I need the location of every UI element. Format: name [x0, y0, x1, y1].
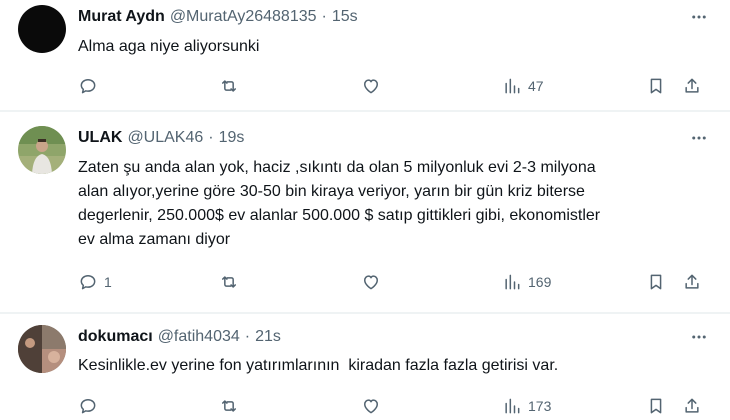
- avatar[interactable]: [18, 126, 66, 174]
- reply-count: 1: [104, 274, 112, 290]
- bookmark-icon: [650, 78, 662, 94]
- author-handle[interactable]: @fatih4034: [158, 328, 240, 346]
- author-name[interactable]: ULAK: [78, 129, 122, 147]
- author-handle[interactable]: @MuratAy26488135: [170, 8, 317, 26]
- bookmark-icon: [650, 398, 662, 414]
- share-button[interactable]: [682, 394, 702, 418]
- reply-button[interactable]: [78, 394, 104, 418]
- bookmark-button[interactable]: [646, 74, 666, 98]
- reply-icon: [80, 399, 96, 414]
- separator-dot: ·: [244, 328, 251, 345]
- views-button[interactable]: 169: [502, 270, 551, 294]
- more-icon[interactable]: [688, 326, 710, 348]
- tweet-text-line: degerlenir, 250.000$ ev alanlar 500.000 …: [78, 207, 601, 224]
- like-icon: [364, 275, 378, 290]
- tweet[interactable]: dokumacı @fatih4034 · 21s Kesinlikle.ev …: [0, 314, 730, 420]
- reply-button[interactable]: [78, 74, 104, 98]
- tweet-header: ULAK @ULAK46 · 19s: [78, 127, 244, 149]
- like-icon: [364, 399, 378, 414]
- separator-dot: ·: [321, 8, 327, 25]
- retweet-button[interactable]: [219, 74, 239, 98]
- views-button[interactable]: 173: [502, 394, 551, 418]
- views-icon: [505, 398, 520, 414]
- like-button[interactable]: [361, 270, 381, 294]
- author-name[interactable]: Murat Aydn: [78, 8, 165, 26]
- author-name[interactable]: dokumacı: [78, 328, 153, 346]
- tweet-text-line: Kesinlikle.ev yerine fon yatırımlarının …: [78, 357, 559, 374]
- more-icon[interactable]: [688, 127, 710, 149]
- timestamp[interactable]: 15s: [332, 8, 358, 26]
- like-button[interactable]: [361, 394, 381, 418]
- views-count: 173: [528, 398, 552, 414]
- like-icon: [364, 79, 378, 94]
- views-count: 169: [528, 274, 552, 290]
- tweet-text: Zaten şu anda alan yok, haciz ,sıkıntı d…: [78, 156, 718, 252]
- tweet-text-line: Zaten şu anda alan yok, haciz ,sıkıntı d…: [78, 159, 596, 176]
- tweet[interactable]: Murat Aydn @MuratAy26488135 · 15s Alma a…: [0, 0, 730, 111]
- share-icon: [685, 274, 699, 289]
- more-icon[interactable]: [688, 6, 710, 28]
- tweet-header: dokumacı @fatih4034 · 21s: [78, 326, 281, 348]
- timestamp[interactable]: 19s: [219, 129, 245, 147]
- views-count: 47: [528, 78, 544, 94]
- retweet-button[interactable]: [219, 394, 239, 418]
- tweet-text-line: ev alma zamanı diyor: [78, 231, 231, 248]
- share-icon: [685, 398, 699, 413]
- tweet-text: Alma aga niye aliyorsunki: [78, 35, 718, 59]
- timestamp[interactable]: 21s: [255, 328, 281, 346]
- reply-icon: [80, 275, 96, 290]
- retweet-button[interactable]: [219, 270, 239, 294]
- views-icon: [505, 78, 520, 94]
- share-icon: [685, 78, 699, 93]
- action-bar: 1 169: [0, 270, 730, 294]
- tweet-text: Kesinlikle.ev yerine fon yatırımlarının …: [78, 354, 718, 378]
- author-handle[interactable]: @ULAK46: [127, 129, 203, 147]
- retweet-icon: [222, 80, 236, 92]
- avatar[interactable]: [18, 5, 66, 53]
- separator-dot: ·: [208, 129, 214, 146]
- share-button[interactable]: [682, 270, 702, 294]
- like-button[interactable]: [361, 74, 381, 98]
- avatar[interactable]: [18, 325, 66, 373]
- tweet-text-line: alan alıyor,yerine göre 30-50 bin kiraya…: [78, 183, 585, 200]
- tweet-header: Murat Aydn @MuratAy26488135 · 15s: [78, 6, 358, 28]
- retweet-icon: [222, 400, 236, 412]
- bookmark-icon: [650, 274, 662, 290]
- views-icon: [505, 274, 520, 290]
- action-bar: 47: [0, 74, 730, 98]
- tweet[interactable]: ULAK @ULAK46 · 19s Zaten şu anda alan yo…: [0, 112, 730, 313]
- bookmark-button[interactable]: [646, 270, 666, 294]
- bookmark-button[interactable]: [646, 394, 666, 418]
- action-bar: 173: [0, 394, 730, 418]
- share-button[interactable]: [682, 74, 702, 98]
- tweet-text-line: Alma aga niye aliyorsunki: [78, 38, 260, 55]
- reply-button[interactable]: 1: [78, 270, 112, 294]
- reply-icon: [80, 79, 96, 94]
- views-button[interactable]: 47: [502, 74, 544, 98]
- retweet-icon: [222, 276, 236, 288]
